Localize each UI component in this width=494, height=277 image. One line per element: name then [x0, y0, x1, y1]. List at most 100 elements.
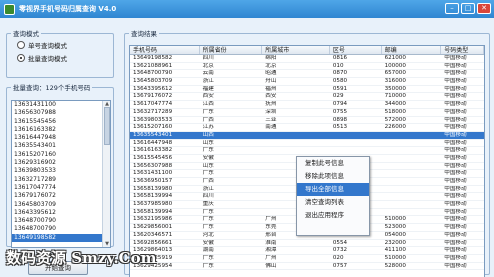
column-header[interactable]: 号码类型 — [441, 46, 484, 54]
table-cell: 13643395612 — [133, 85, 173, 92]
close-button[interactable]: ✕ — [477, 3, 491, 14]
table-cell: 中国移动 — [444, 62, 467, 69]
list-item[interactable]: 13616163382 — [12, 126, 110, 134]
table-cell: 福州 — [265, 85, 277, 92]
table-row[interactable]: 13629425954 广东 佛山 0757 528000 中国移动 — [130, 263, 484, 271]
table-cell: 中国移动 — [444, 124, 467, 131]
table-row[interactable]: 13615207160 江苏 南通 0513 226000 中国移动 — [130, 124, 484, 132]
column-header[interactable]: 所属城市 — [262, 46, 330, 54]
table-cell: 中国移动 — [444, 154, 467, 161]
table-row[interactable]: 13643395612 福建 福州 0591 350000 中国移动 — [130, 86, 484, 94]
table-cell: 13632195986 — [133, 216, 173, 223]
table-row[interactable]: 13645803709 浙江 舟山 0580 316000 中国移动 — [130, 78, 484, 86]
table-cell: 100000 — [384, 62, 406, 69]
table-cell: 中国移动 — [444, 247, 467, 254]
table-cell: 中国移动 — [444, 254, 467, 261]
column-header[interactable]: 手机号码 — [130, 46, 200, 54]
list-item[interactable]: 13617047774 — [12, 184, 110, 192]
table-cell: 安徽 — [202, 154, 214, 161]
table-cell: 舟山 — [265, 78, 277, 85]
context-menu-item[interactable]: 导出全部信息 — [297, 183, 369, 196]
table-cell — [382, 147, 442, 154]
table-cell: 中国移动 — [444, 78, 467, 85]
table-cell: 0794 — [332, 101, 348, 108]
table-cell: 中国移动 — [444, 231, 467, 238]
table-row[interactable]: 13616447948 山东 中国移动 — [130, 140, 484, 148]
column-header[interactable]: 邮编 — [382, 46, 442, 54]
list-item[interactable]: 13648700790 — [12, 217, 110, 225]
table-row[interactable]: 13639803533 广西 三亚 0898 572000 中国移动 — [130, 117, 484, 125]
table-cell: 江西 — [202, 101, 214, 108]
column-header[interactable]: 区号 — [330, 46, 382, 54]
table-cell: 浙江 — [202, 78, 214, 85]
table-cell: 广东 — [202, 262, 214, 269]
table-cell: 河北 — [202, 231, 214, 238]
context-menu-item[interactable]: 复制此号信息 — [297, 157, 369, 170]
scroll-thumb[interactable] — [104, 107, 110, 145]
list-item[interactable]: 13615207160 — [12, 151, 110, 159]
list-item[interactable]: 13615545456 — [12, 118, 110, 126]
table-row[interactable]: 13616163382 广东 中国移动 — [130, 147, 484, 155]
table-cell: 湘潭 — [265, 247, 277, 254]
list-item[interactable]: 13679176072 — [12, 192, 110, 200]
table-cell: 中国移动 — [444, 55, 467, 61]
list-item[interactable]: 13632717289 — [12, 176, 110, 184]
table-cell — [262, 140, 330, 147]
table-row[interactable]: 13617047774 江西 抚州 0794 344000 中国移动 — [130, 101, 484, 109]
table-cell: 020 — [332, 254, 344, 261]
maximize-button[interactable]: □ — [461, 3, 475, 14]
table-cell: 中国移动 — [444, 147, 467, 154]
table-cell: 13692856661 — [133, 239, 173, 246]
table-row[interactable]: 13629425919 广东 广州 020 510000 中国移动 — [130, 255, 484, 263]
list-item[interactable]: 13643395612 — [12, 209, 110, 217]
list-item[interactable]: 13656307988 — [12, 109, 110, 117]
mode-option-0[interactable]: 单号查询模式 — [7, 38, 113, 51]
table-row[interactable]: 13648700790 云南 昭通 0870 657000 中国移动 — [130, 70, 484, 79]
table-cell — [262, 147, 330, 154]
list-item[interactable]: 13629316902 — [12, 159, 110, 167]
number-listbox[interactable]: 13631431100 13656307988 13615545456 1361616… — [11, 100, 111, 248]
context-menu-item[interactable]: 清空查询列表 — [297, 196, 369, 209]
table-cell: 528000 — [384, 262, 406, 269]
results-legend: 查询结果 — [131, 30, 157, 38]
watermark: 数码资源 Smzy.Com — [6, 249, 157, 267]
list-item[interactable]: 13616447948 — [12, 134, 110, 142]
radio-icon[interactable] — [17, 53, 25, 62]
listbox-scrollbar[interactable]: ▲ ▼ — [102, 101, 110, 247]
table-cell: 13615545456 — [133, 154, 173, 161]
list-item[interactable]: 13635543401 — [12, 142, 110, 150]
table-row[interactable]: 13692856661 安徽 淮南 0554 232000 中国移动 — [130, 240, 484, 248]
table-cell: 13620346571 — [133, 231, 173, 238]
radio-icon[interactable] — [17, 40, 25, 49]
table-cell: 13636950157 — [133, 178, 173, 184]
context-menu-item[interactable]: 移除此项信息 — [297, 170, 369, 183]
table-cell: 山东 — [202, 139, 214, 146]
list-item[interactable]: 13631431100 — [12, 101, 110, 109]
table-cell: 中国移动 — [444, 239, 467, 246]
list-item[interactable]: 13648700790 — [12, 225, 110, 233]
list-item[interactable]: 13649198582 — [12, 233, 110, 243]
table-cell: 13658139994 — [133, 193, 173, 200]
table-row[interactable]: 13621088961 北京 北京 010 100000 中国移动 — [130, 63, 484, 71]
table-cell — [330, 132, 382, 139]
table-cell: 湖南 — [202, 247, 214, 254]
minimize-button[interactable]: – — [445, 3, 459, 14]
table-row[interactable]: 13679176072 西安 西安 029 710000 中国移动 — [130, 93, 484, 102]
table-cell: 四川 — [202, 55, 214, 61]
table-cell — [382, 178, 442, 185]
list-item[interactable]: 13639803533 — [12, 167, 110, 175]
table-cell: 中国移动 — [444, 208, 467, 215]
table-cell: 中国移动 — [444, 70, 467, 77]
table-row[interactable]: 13632717289 广东 深圳 0755 518000 中国移动 — [130, 109, 484, 117]
list-item[interactable]: 13645803709 — [12, 201, 110, 209]
mode-option-1[interactable]: 批量查询模式 — [7, 51, 113, 64]
table-cell: 411100 — [384, 247, 406, 254]
table-cell: 13649198582 — [133, 55, 173, 61]
table-row[interactable]: 13649198582 四川 绵阳 0816 621000 中国移动 — [130, 55, 484, 63]
table-row[interactable]: 13629864013 湖南 湘潭 0732 411100 中国移动 — [130, 247, 484, 255]
context-menu-item[interactable]: 退出应用程序 — [297, 209, 369, 222]
table-row[interactable]: 13635543401 山西 中国移动 — [130, 131, 484, 140]
column-header[interactable]: 所属省份 — [200, 46, 263, 54]
table-cell: 657000 — [384, 70, 406, 77]
table-cell: 四川 — [202, 193, 214, 200]
